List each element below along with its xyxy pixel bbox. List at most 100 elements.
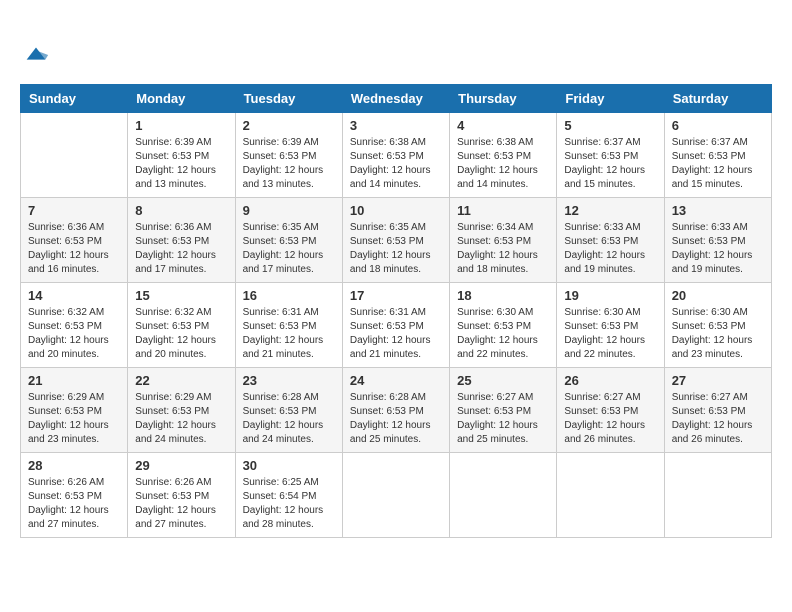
weekday-header-cell: Wednesday	[342, 85, 449, 113]
day-info: Sunrise: 6:30 AM Sunset: 6:53 PM Dayligh…	[564, 306, 656, 362]
day-number: 3	[350, 118, 442, 133]
calendar-day-cell: 29Sunrise: 6:26 AM Sunset: 6:53 PM Dayli…	[128, 453, 235, 538]
day-number: 27	[672, 373, 764, 388]
day-info: Sunrise: 6:27 AM Sunset: 6:53 PM Dayligh…	[672, 391, 764, 447]
day-number: 30	[243, 458, 335, 473]
day-number: 1	[135, 118, 227, 133]
day-info: Sunrise: 6:39 AM Sunset: 6:53 PM Dayligh…	[135, 136, 227, 192]
day-info: Sunrise: 6:28 AM Sunset: 6:53 PM Dayligh…	[243, 391, 335, 447]
calendar-day-cell: 12 Sunrise: 6:33 AM Sunset: 6:53 PM Dayli…	[557, 198, 664, 283]
day-number: 26	[564, 373, 656, 388]
day-info: Sunrise: 6:29 AM Sunset: 6:53 PM Dayligh…	[135, 391, 227, 447]
calendar-week-row: 7Sunrise: 6:36 AM Sunset: 6:53 PM Daylig…	[21, 198, 772, 283]
day-info: Sunrise: 6:26 AM Sunset: 6:53 PM Dayligh…	[28, 476, 120, 532]
day-info: Sunrise: 6:30 AM Sunset: 6:53 PM Dayligh…	[457, 306, 549, 362]
day-number: 13	[672, 203, 764, 218]
day-info: Sunrise: 6:27 AM Sunset: 6:53 PM Dayligh…	[564, 391, 656, 447]
calendar-day-cell	[21, 113, 128, 198]
day-info: Sunrise: 6:29 AM Sunset: 6:53 PM Dayligh…	[28, 391, 120, 447]
day-number: 23	[243, 373, 335, 388]
day-info: Sunrise: 6:38 AM Sunset: 6:53 PM Dayligh…	[350, 136, 442, 192]
calendar-day-cell: 11 Sunrise: 6:34 AM Sunset: 6:53 PM Dayli…	[450, 198, 557, 283]
calendar-table: SundayMondayTuesdayWednesdayThursdayFrid…	[20, 84, 772, 538]
calendar-day-cell: 3 Sunrise: 6:38 AM Sunset: 6:53 PM Daylig…	[342, 113, 449, 198]
day-info: Sunrise: 6:35 AM Sunset: 6:53 PM Dayligh…	[243, 221, 335, 277]
day-info: Sunrise: 6:36 AM Sunset: 6:53 PM Dayligh…	[28, 221, 120, 277]
calendar-day-cell: 5Sunrise: 6:37 AM Sunset: 6:53 PM Daylig…	[557, 113, 664, 198]
day-info: Sunrise: 6:36 AM Sunset: 6:53 PM Dayligh…	[135, 221, 227, 277]
day-number: 9	[243, 203, 335, 218]
day-info: Sunrise: 6:38 AM Sunset: 6:53 PM Dayligh…	[457, 136, 549, 192]
calendar-day-cell	[342, 453, 449, 538]
day-number: 19	[564, 288, 656, 303]
weekday-header-cell: Sunday	[21, 85, 128, 113]
calendar-day-cell: 16 Sunrise: 6:31 AM Sunset: 6:53 PM Dayli…	[235, 283, 342, 368]
calendar-day-cell: 26 Sunrise: 6:27 AM Sunset: 6:53 PM Dayli…	[557, 368, 664, 453]
weekday-header-cell: Saturday	[664, 85, 771, 113]
day-number: 28	[28, 458, 120, 473]
weekday-header-cell: Tuesday	[235, 85, 342, 113]
day-number: 20	[672, 288, 764, 303]
calendar-day-cell: 13 Sunrise: 6:33 AM Sunset: 6:53 PM Dayli…	[664, 198, 771, 283]
weekday-header-cell: Friday	[557, 85, 664, 113]
day-info: Sunrise: 6:34 AM Sunset: 6:53 PM Dayligh…	[457, 221, 549, 277]
day-number: 4	[457, 118, 549, 133]
day-info: Sunrise: 6:31 AM Sunset: 6:53 PM Dayligh…	[350, 306, 442, 362]
calendar-day-cell: 2 Sunrise: 6:39 AM Sunset: 6:53 PM Daylig…	[235, 113, 342, 198]
calendar-day-cell: 25Sunrise: 6:27 AM Sunset: 6:53 PM Dayli…	[450, 368, 557, 453]
calendar-day-cell	[664, 453, 771, 538]
calendar-day-cell: 1 Sunrise: 6:39 AM Sunset: 6:53 PM Daylig…	[128, 113, 235, 198]
calendar-day-cell	[557, 453, 664, 538]
day-number: 2	[243, 118, 335, 133]
day-info: Sunrise: 6:33 AM Sunset: 6:53 PM Dayligh…	[564, 221, 656, 277]
day-info: Sunrise: 6:33 AM Sunset: 6:53 PM Dayligh…	[672, 221, 764, 277]
calendar-day-cell: 21Sunrise: 6:29 AM Sunset: 6:53 PM Dayli…	[21, 368, 128, 453]
weekday-header-cell: Monday	[128, 85, 235, 113]
page-header	[20, 20, 772, 74]
calendar-day-cell: 23 Sunrise: 6:28 AM Sunset: 6:53 PM Dayli…	[235, 368, 342, 453]
day-info: Sunrise: 6:26 AM Sunset: 6:53 PM Dayligh…	[135, 476, 227, 532]
day-number: 11	[457, 203, 549, 218]
calendar-day-cell	[450, 453, 557, 538]
calendar-body: 1 Sunrise: 6:39 AM Sunset: 6:53 PM Daylig…	[21, 113, 772, 538]
calendar-day-cell: 15Sunrise: 6:32 AM Sunset: 6:53 PM Dayli…	[128, 283, 235, 368]
weekday-header-cell: Thursday	[450, 85, 557, 113]
calendar-day-cell: 8 Sunrise: 6:36 AM Sunset: 6:53 PM Daylig…	[128, 198, 235, 283]
day-info: Sunrise: 6:39 AM Sunset: 6:53 PM Dayligh…	[243, 136, 335, 192]
day-number: 16	[243, 288, 335, 303]
day-number: 6	[672, 118, 764, 133]
calendar-day-cell: 18Sunrise: 6:30 AM Sunset: 6:53 PM Dayli…	[450, 283, 557, 368]
calendar-week-row: 21Sunrise: 6:29 AM Sunset: 6:53 PM Dayli…	[21, 368, 772, 453]
calendar-day-cell: 30 Sunrise: 6:25 AM Sunset: 6:54 PM Dayli…	[235, 453, 342, 538]
day-info: Sunrise: 6:28 AM Sunset: 6:53 PM Dayligh…	[350, 391, 442, 447]
day-info: Sunrise: 6:31 AM Sunset: 6:53 PM Dayligh…	[243, 306, 335, 362]
calendar-day-cell: 19 Sunrise: 6:30 AM Sunset: 6:53 PM Dayli…	[557, 283, 664, 368]
logo-icon	[22, 41, 50, 69]
day-info: Sunrise: 6:25 AM Sunset: 6:54 PM Dayligh…	[243, 476, 335, 532]
day-number: 12	[564, 203, 656, 218]
calendar-day-cell: 20 Sunrise: 6:30 AM Sunset: 6:53 PM Dayli…	[664, 283, 771, 368]
calendar-day-cell: 22 Sunrise: 6:29 AM Sunset: 6:53 PM Dayli…	[128, 368, 235, 453]
day-info: Sunrise: 6:30 AM Sunset: 6:53 PM Dayligh…	[672, 306, 764, 362]
day-info: Sunrise: 6:35 AM Sunset: 6:53 PM Dayligh…	[350, 221, 442, 277]
logo	[20, 20, 50, 74]
day-info: Sunrise: 6:27 AM Sunset: 6:53 PM Dayligh…	[457, 391, 549, 447]
day-info: Sunrise: 6:37 AM Sunset: 6:53 PM Dayligh…	[672, 136, 764, 192]
weekday-header-row: SundayMondayTuesdayWednesdayThursdayFrid…	[21, 85, 772, 113]
calendar-day-cell: 10 Sunrise: 6:35 AM Sunset: 6:53 PM Dayli…	[342, 198, 449, 283]
calendar-day-cell: 24 Sunrise: 6:28 AM Sunset: 6:53 PM Dayli…	[342, 368, 449, 453]
day-number: 24	[350, 373, 442, 388]
day-number: 22	[135, 373, 227, 388]
day-number: 15	[135, 288, 227, 303]
calendar-week-row: 1 Sunrise: 6:39 AM Sunset: 6:53 PM Daylig…	[21, 113, 772, 198]
day-number: 17	[350, 288, 442, 303]
calendar-day-cell: 27 Sunrise: 6:27 AM Sunset: 6:53 PM Dayli…	[664, 368, 771, 453]
calendar-day-cell: 9 Sunrise: 6:35 AM Sunset: 6:53 PM Daylig…	[235, 198, 342, 283]
day-number: 10	[350, 203, 442, 218]
day-info: Sunrise: 6:37 AM Sunset: 6:53 PM Dayligh…	[564, 136, 656, 192]
calendar-day-cell: 17 Sunrise: 6:31 AM Sunset: 6:53 PM Dayli…	[342, 283, 449, 368]
calendar-day-cell: 6 Sunrise: 6:37 AM Sunset: 6:53 PM Daylig…	[664, 113, 771, 198]
calendar-day-cell: 7Sunrise: 6:36 AM Sunset: 6:53 PM Daylig…	[21, 198, 128, 283]
day-number: 8	[135, 203, 227, 218]
calendar-day-cell: 28 Sunrise: 6:26 AM Sunset: 6:53 PM Dayli…	[21, 453, 128, 538]
